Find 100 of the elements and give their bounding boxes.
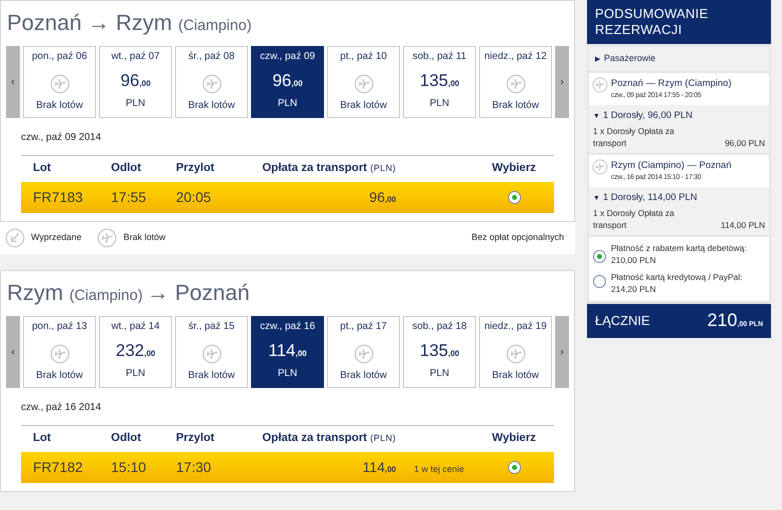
plane-icon: [592, 158, 608, 174]
column-header: Przylot: [176, 161, 216, 176]
day-tile[interactable]: wt., paź 07 96,00 PLN: [99, 46, 172, 118]
no-flights-icon: [354, 74, 374, 94]
arrival-time: 20:05: [176, 188, 212, 207]
day-price: 135,00: [420, 341, 460, 362]
day-label: pon., paź 13: [32, 320, 88, 334]
no-flights-icon: [97, 228, 118, 248]
segment-route: Poznań — Rzym (Ciampino): [611, 76, 732, 90]
segment-route: Rzym (Ciampino) — Poznań: [611, 158, 732, 172]
day-tile[interactable]: sob., paź 18 135,00 PLN: [403, 316, 476, 388]
day-tile[interactable]: sob., paź 11 135,00 PLN: [403, 46, 476, 118]
currency: PLN: [126, 97, 146, 111]
column-header: Lot: [33, 431, 52, 446]
day-price: 135,00: [420, 71, 460, 92]
no-flights-icon: [506, 74, 526, 94]
column-header: Odlot: [111, 431, 142, 446]
day-price: 96,00: [120, 71, 151, 92]
currency: PLN: [278, 367, 298, 381]
column-header: Wybierz: [491, 431, 537, 446]
column-header: Wybierz: [491, 161, 537, 176]
no-flights-label: Brak lotów: [188, 369, 235, 383]
day-label: sob., paź 18: [412, 320, 467, 334]
fare-price: 114,00: [362, 458, 396, 477]
fees-note: Bez opłat opcjonalnych: [471, 231, 565, 244]
previous-button[interactable]: ‹: [6, 46, 20, 118]
route-title: Poznań → Rzym (Ciampino): [6, 9, 253, 37]
seats-note: 1 w tej cenie: [413, 464, 464, 474]
day-tile[interactable]: pon., paź 13 Brak lotów: [23, 316, 96, 388]
no-flights-label: Brak lotów: [340, 99, 387, 113]
no-flights-label: Brak lotów: [36, 369, 83, 383]
plane-icon: [592, 76, 608, 92]
previous-button[interactable]: ‹: [6, 316, 20, 388]
day-tile[interactable]: wt., paź 14 232,00 PLN: [99, 316, 172, 388]
flight-row[interactable]: FR7183 17:55 20:05 96,00: [21, 182, 554, 213]
column-header: Przylot: [176, 431, 216, 446]
flight-number: FR7183: [33, 188, 84, 207]
day-label: czw., paź 16: [260, 320, 316, 334]
day-label: czw., paź 09: [260, 50, 316, 64]
day-price: 96,00: [272, 71, 303, 92]
fare-price: 96,00: [368, 188, 396, 207]
day-label: śr., paź 15: [188, 320, 235, 334]
payment-option[interactable]: Płatność kartą kredytową / PayPal: 214,20 PLN: [611, 270, 765, 294]
no-flights-label: Brak lotów: [492, 99, 539, 113]
currency: PLN: [126, 367, 146, 381]
day-tile[interactable]: pt., paź 17 Brak lotów: [327, 316, 400, 388]
radio-button[interactable]: [508, 191, 520, 204]
day-label: niedz., paź 12: [484, 50, 547, 64]
summary-header: PODSUMOWANIE REZERWACJI: [587, 0, 771, 44]
departure-time: 17:55: [111, 188, 148, 207]
no-flights-label: Brak lotów: [188, 99, 235, 113]
day-label: śr., paź 08: [188, 50, 235, 64]
currency: PLN: [278, 97, 298, 111]
day-tile[interactable]: niedz., paź 12 Brak lotów: [479, 46, 552, 118]
column-header: Opłata za transport (PLN): [262, 161, 396, 176]
day-tile[interactable]: pon., paź 06 Brak lotów: [23, 46, 96, 118]
day-label: niedz., paź 19: [484, 320, 547, 334]
fare-line: 1 x Dorosły Opłata za transport: [593, 206, 676, 230]
no-flights-icon: [202, 74, 222, 94]
no-flights-icon: [50, 344, 70, 364]
selected-date: czw., paź 09 2014: [20, 131, 102, 145]
currency: PLN: [430, 367, 450, 381]
day-tile[interactable]: niedz., paź 19 Brak lotów: [479, 316, 552, 388]
legend-label: Wyprzedane: [31, 231, 82, 244]
legend-label: Brak lotów: [123, 231, 166, 244]
day-tile[interactable]: śr., paź 15 Brak lotów: [175, 316, 248, 388]
day-price: 114,00: [268, 341, 307, 362]
flight-number: FR7182: [33, 458, 84, 477]
day-label: pon., paź 06: [32, 50, 88, 64]
no-flights-label: Brak lotów: [36, 99, 83, 113]
fare-line: 1 x Dorosły Opłata za transport: [593, 124, 676, 148]
no-flights-icon: [506, 344, 526, 364]
column-header: Opłata za transport (PLN): [262, 431, 396, 446]
day-tile[interactable]: śr., paź 08 Brak lotów: [175, 46, 248, 118]
day-label: wt., paź 07: [111, 50, 160, 64]
day-tile[interactable]: czw., paź 09 96,00 PLN: [251, 46, 324, 118]
departure-time: 15:10: [111, 458, 148, 477]
radio-button[interactable]: [508, 461, 520, 474]
day-label: wt., paź 14: [111, 320, 160, 334]
next-button[interactable]: ›: [555, 316, 569, 388]
total-label: ŁĄCZNIE: [595, 312, 650, 330]
radio-button[interactable]: [593, 274, 606, 288]
no-flights-label: Brak lotów: [340, 369, 387, 383]
selected-date: czw., paź 16 2014: [20, 401, 102, 415]
day-label: sob., paź 11: [412, 50, 466, 64]
day-label: pt., paź 10: [340, 50, 387, 64]
day-tile[interactable]: pt., paź 10 Brak lotów: [327, 46, 400, 118]
day-label: pt., paź 17: [340, 320, 387, 334]
route-title: Rzym (Ciampino) → Poznań: [6, 279, 251, 307]
radio-button[interactable]: [593, 250, 606, 262]
next-button[interactable]: ›: [555, 46, 569, 118]
flight-row[interactable]: FR7182 15:10 17:30 114,00 1 w tej cenie: [21, 452, 554, 483]
column-header: Lot: [33, 161, 52, 176]
fare-amount: 114,00 PLN: [720, 218, 765, 230]
no-flights-label: Brak lotów: [492, 369, 539, 383]
payment-option[interactable]: Płatność z rabatem kartą debetową: 210,00 PLN: [611, 242, 765, 266]
no-flights-icon: [354, 344, 374, 364]
day-tile[interactable]: czw., paź 16 114,00 PLN: [251, 316, 324, 388]
no-flights-icon: [202, 344, 222, 364]
arrival-time: 17:30: [176, 458, 212, 477]
